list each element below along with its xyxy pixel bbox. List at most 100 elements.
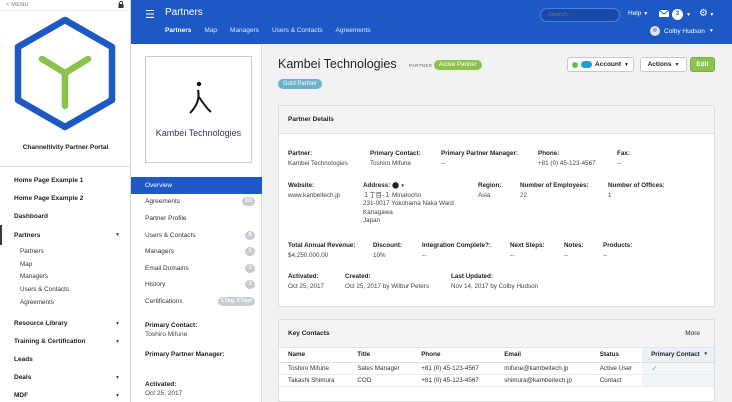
kambei-logo-mark [189, 81, 212, 114]
subnav-label: Users & Contacts [145, 231, 196, 239]
field-value: -- [564, 252, 569, 259]
cell-primary-contact: ✓ [642, 362, 714, 375]
column-header-email[interactable]: Email [495, 348, 591, 363]
menu-bar[interactable]: < MENU [0, 0, 130, 11]
subnav-email-domains[interactable]: Email Domains 1 [131, 260, 262, 277]
cell-email[interactable]: shimura@kambeitech.jp [495, 374, 591, 387]
sidebar-item-home-2[interactable]: Home Page Example 2 [0, 189, 130, 207]
sidebar-subitem-partners[interactable]: Partners [0, 245, 130, 258]
column-header-name[interactable]: Name [279, 348, 349, 363]
caret-down-icon[interactable]: ▼ [399, 183, 404, 188]
edit-button[interactable]: Edit [690, 57, 715, 72]
field-value: Toshiro Mifune [370, 160, 411, 167]
field-value[interactable]: www.kanbeitech.jp [288, 192, 340, 200]
subnav-label: Managers [145, 248, 174, 256]
sidebar-item-resource-library[interactable]: Resource Library ▼ [0, 315, 130, 333]
subnav-overview[interactable]: Overview [131, 177, 262, 194]
field-notes: Notes: -- [564, 242, 584, 260]
status-dot-icon [572, 61, 579, 68]
field-offices: Number of Offices: 1 [608, 182, 665, 200]
field-products: Products: -- [603, 242, 632, 260]
subnav-label: Partner Profile [145, 214, 187, 222]
subnav-history[interactable]: History 2 [131, 277, 262, 294]
field-label: Phone: [538, 150, 560, 157]
search-input[interactable] [540, 8, 620, 22]
subnav-users-contacts[interactable]: Users & Contacts 5 [131, 227, 262, 244]
sidebar-item-partners[interactable]: Partners ▼ [0, 225, 130, 245]
sidebar-subitem-map[interactable]: Map [0, 258, 130, 271]
field-integration: Integration Complete?: -- [422, 242, 491, 260]
subnav-partner-profile[interactable]: Partner Profile [131, 210, 262, 227]
help-menu[interactable]: Help ▼ [628, 10, 648, 17]
column-header-label: Primary Contact [651, 351, 700, 359]
tab-agreements[interactable]: Agreements [336, 27, 371, 34]
field-value: Oct 25, 2017 [288, 283, 325, 290]
cell-name[interactable]: Toshiro Mifune [279, 362, 349, 375]
actions-button[interactable]: Actions ▼ [640, 57, 687, 72]
company-logo: Kambei Technologies [145, 56, 252, 163]
tab-partners[interactable]: Partners [165, 27, 191, 34]
caret-down-icon: ▼ [115, 320, 120, 327]
subnav-managers[interactable]: Managers 1 [131, 243, 262, 260]
field-label: Partner: [288, 150, 313, 157]
sidebar-item-mdf[interactable]: MDF ▼ [0, 387, 130, 402]
column-header-primary-contact[interactable]: Primary Contact ▼ [642, 348, 714, 363]
sidebar-item-label: Leads [14, 356, 33, 364]
count-badge: 1 [245, 263, 255, 273]
sidebar-item-home-1[interactable]: Home Page Example 1 [0, 171, 130, 189]
field-last-updated: Last Updated: Nov 14, 2017 by Colby Huds… [451, 273, 538, 291]
table-row[interactable]: Toshiro Mifune Sales Manager +81 (0) 45-… [279, 362, 714, 375]
sidebar: < MENU Channeltivity Partner Portal Home… [0, 0, 131, 402]
cell-email[interactable]: mifune@kambeitech.jp [495, 362, 591, 375]
sidebar-item-label: Home Page Example 2 [14, 194, 84, 202]
field-discount: Discount: 10% [373, 242, 402, 260]
column-header-phone[interactable]: Phone [412, 348, 496, 363]
sidebar-item-dashboard[interactable]: Dashboard [0, 207, 130, 225]
field-employees: Number of Employees: 22 [520, 182, 589, 200]
sidebar-item-deals[interactable]: Deals ▼ [0, 369, 130, 387]
tab-managers[interactable]: Managers [230, 27, 259, 34]
hamburger-icon[interactable]: ☰ [145, 8, 155, 21]
subnav-agreements[interactable]: Agreements 3/3 [131, 194, 262, 211]
table-header-row: Name Title Phone Email Status Primary Co… [279, 348, 714, 363]
field-value: 1 [608, 192, 612, 199]
cell-status: Active User [590, 362, 643, 375]
sidebar-item-leads[interactable]: Leads [0, 351, 130, 369]
column-header-status[interactable]: Status [590, 348, 643, 363]
primary-contact-label: Primary Contact: [145, 322, 198, 329]
field-revenue: Total Annual Revenue: $4,250,000.00 [288, 242, 356, 260]
table-row[interactable]: Takashi Shimura COO +81 (0) 45-123-4567 … [279, 374, 714, 387]
cell-phone: +81 (0) 45-123-4567 [412, 362, 496, 375]
account-button[interactable]: Account ▼ [567, 57, 634, 72]
cell-name[interactable]: Takashi Shimura [279, 374, 349, 387]
field-label: Next Steps: [510, 242, 545, 249]
salesforce-icon [581, 61, 593, 68]
field-label: Total Annual Revenue: [288, 242, 356, 249]
lock-icon[interactable] [118, 0, 124, 10]
sidebar-subitem-managers[interactable]: Managers [0, 271, 130, 284]
tab-map[interactable]: Map [204, 27, 217, 34]
mail-button[interactable]: 3 ▼ [658, 9, 691, 20]
contacts-table: Name Title Phone Email Status Primary Co… [279, 348, 714, 387]
menu-label: MENU [11, 2, 29, 8]
gear-icon[interactable]: ⚙ ▼ [699, 8, 714, 19]
caret-down-icon: ▼ [115, 392, 120, 399]
field-label: Integration Complete?: [422, 242, 491, 249]
card-title: Key Contacts [288, 330, 330, 337]
more-link[interactable]: More [685, 330, 700, 337]
field-label: Number of Employees: [520, 182, 589, 189]
subnav-label: Overview [145, 181, 173, 189]
sidebar-subitem-agreements[interactable]: Agreements [0, 296, 130, 309]
subnav-label: Agreements [145, 198, 181, 206]
column-header-title[interactable]: Title [348, 348, 413, 363]
field-value: Oct 25, 2017 by Wilbur Peters [345, 283, 429, 290]
field-label: Region: [478, 182, 502, 189]
subnav-certifications[interactable]: Certifications 1 Org, 3 User [131, 293, 262, 310]
channeltivity-logo [6, 14, 124, 132]
field-label: Website: [288, 182, 315, 189]
user-menu[interactable]: Colby Hudson ▼ [650, 26, 714, 36]
count-badge: 2 [245, 280, 255, 290]
tab-users-contacts[interactable]: Users & Contacts [272, 27, 323, 34]
sidebar-subitem-users-contacts[interactable]: Users & Contacts [0, 283, 130, 296]
sidebar-item-training[interactable]: Training & Certification ▼ [0, 333, 130, 351]
